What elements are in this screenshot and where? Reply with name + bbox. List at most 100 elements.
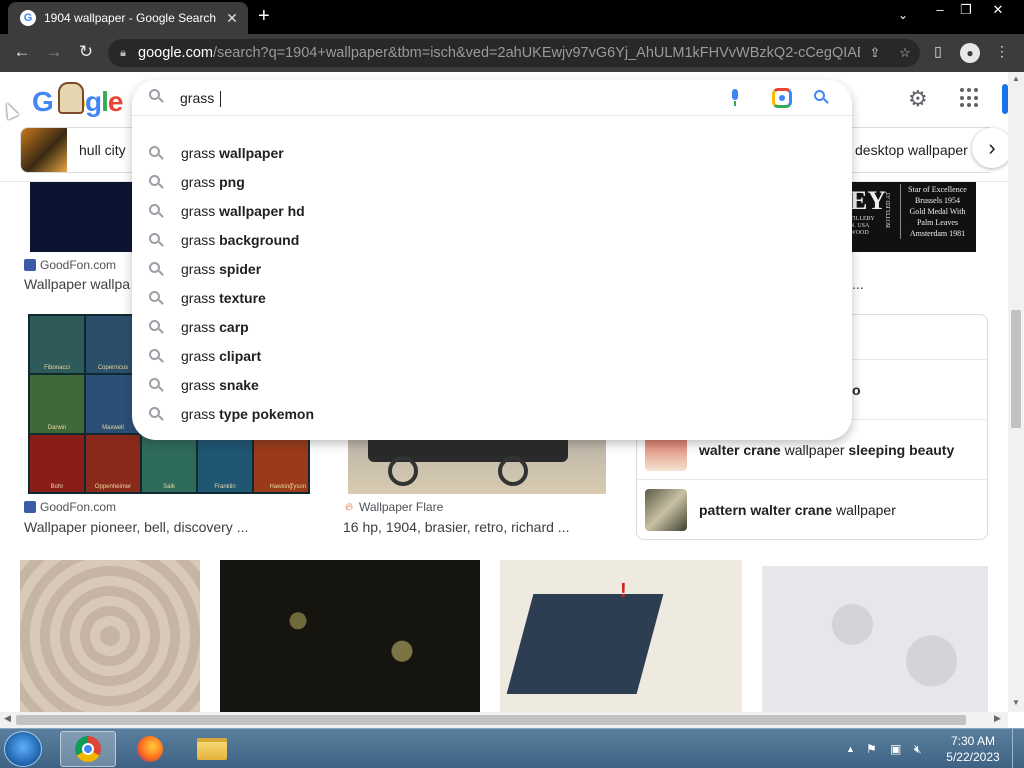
- logo-letter: l: [101, 86, 109, 117]
- vertical-scrollbar[interactable]: ▲ ▼: [1008, 72, 1024, 712]
- logo-letter: g: [85, 86, 102, 117]
- award-line: Palm Leaves: [916, 218, 959, 227]
- chip-desktop-wallpaper[interactable]: desktop wallpaper: [840, 127, 990, 173]
- suggestion-prefix: grass: [181, 145, 216, 161]
- taskbar-chrome[interactable]: [60, 731, 116, 767]
- suggestion-item[interactable]: grass clipart: [132, 342, 852, 371]
- settings-gear-icon[interactable]: ⚙: [908, 86, 928, 112]
- suggestion-completion: spider: [219, 261, 262, 277]
- scroll-up-arrow-icon[interactable]: ▲: [1008, 74, 1024, 83]
- horizontal-scrollbar[interactable]: ◀ ▶: [0, 712, 1008, 728]
- award-line: Gold Medal With: [909, 207, 966, 216]
- result-image-damask-wallpaper[interactable]: [20, 560, 200, 712]
- suggestion-completion: snake: [219, 377, 259, 393]
- tab-search-chevron-icon[interactable]: ⌄: [898, 8, 908, 22]
- search-input[interactable]: grass: [180, 86, 680, 110]
- scroll-down-arrow-icon[interactable]: ▼: [1008, 698, 1024, 707]
- start-button[interactable]: [4, 731, 42, 767]
- tab-strip: G 1904 wallpaper - Google Search ✕ + ⌄ –…: [0, 0, 1024, 34]
- minimize-button[interactable]: –: [926, 2, 954, 17]
- suggestion-prefix: grass: [181, 406, 216, 422]
- suggestion-item[interactable]: grass wallpaper hd: [132, 197, 852, 226]
- forward-button[interactable]: →: [42, 42, 66, 62]
- restore-button[interactable]: ❐: [952, 2, 980, 18]
- lock-icon[interactable]: 🔒︎: [108, 47, 138, 60]
- new-tab-button[interactable]: +: [258, 6, 270, 26]
- award-text: Star of Excellence Brussels 1954 Gold Me…: [900, 184, 974, 239]
- chip-hull-city[interactable]: hull city: [20, 127, 148, 173]
- suggestion-completion: type pokemon: [219, 406, 315, 422]
- suggestion-label: grass wallpaper hd: [181, 203, 305, 219]
- clock-time: 7:30 AM: [950, 734, 996, 748]
- tab-close-icon[interactable]: ✕: [222, 10, 242, 27]
- address-bar[interactable]: 🔒︎ google.com/search?q=1904+wallpaper&tb…: [108, 39, 920, 67]
- result-source[interactable]: GoodFon.com: [24, 258, 116, 272]
- search-submit-icon[interactable]: [814, 90, 830, 106]
- suggestion-item[interactable]: grass background: [132, 226, 852, 255]
- clock-date: 5/22/2023: [946, 750, 1000, 764]
- search-icon: [149, 262, 165, 278]
- horizontal-scroll-thumb[interactable]: [16, 715, 966, 725]
- side-panel-icon[interactable]: ▯: [926, 43, 950, 63]
- suggestion-item[interactable]: grass wallpaper: [132, 139, 852, 168]
- search-icon: [149, 378, 165, 394]
- volume-muted-icon[interactable]: 🔇︎: [914, 729, 922, 768]
- google-favicon-icon: G: [20, 10, 36, 26]
- show-hidden-icons-icon[interactable]: ▲: [846, 729, 855, 768]
- result-image-grey-pattern[interactable]: [762, 566, 988, 712]
- related-search-label: walter crane wallpaper sleeping beauty: [699, 442, 954, 458]
- back-button[interactable]: ←: [10, 42, 34, 62]
- profile-avatar[interactable]: ●: [958, 43, 982, 63]
- logo-letter: G: [32, 86, 54, 117]
- suggestion-label: grass background: [181, 232, 299, 248]
- result-image-mech-robot[interactable]: !: [500, 560, 742, 712]
- tab-google-search[interactable]: G 1904 wallpaper - Google Search ✕: [8, 2, 248, 34]
- scroll-right-arrow-icon[interactable]: ▶: [994, 713, 1001, 724]
- suggestion-item[interactable]: grass snake: [132, 371, 852, 400]
- scroll-left-arrow-icon[interactable]: ◀: [4, 713, 11, 724]
- result-caption[interactable]: Wallpaper pioneer, bell, discovery ...: [24, 519, 248, 535]
- suggestion-item[interactable]: grass type pokemon: [132, 400, 852, 429]
- result-caption[interactable]: 16 hp, 1904, brasier, retro, richard ...: [343, 519, 569, 535]
- system-clock[interactable]: 7:30 AM 5/22/2023: [940, 733, 1006, 765]
- suggestion-item[interactable]: grass texture: [132, 284, 852, 313]
- share-icon[interactable]: ⇪: [860, 45, 890, 61]
- result-source[interactable]: 🔥︎ Wallpaper Flare: [343, 500, 443, 514]
- result-caption[interactable]: Wallpaper wallpa: [24, 276, 130, 292]
- microphone-icon[interactable]: [730, 89, 740, 107]
- suggestion-item[interactable]: grass spider: [132, 255, 852, 284]
- taskbar-firefox[interactable]: [122, 731, 178, 767]
- close-window-button[interactable]: ✕: [984, 2, 1012, 18]
- related-search-item[interactable]: pattern walter crane wallpaper: [637, 479, 987, 539]
- vertical-scroll-thumb[interactable]: [1011, 310, 1021, 428]
- network-icon[interactable]: ▣: [890, 729, 901, 768]
- poster-label: Tyson: [289, 484, 306, 490]
- suggestion-label: grass texture: [181, 290, 266, 306]
- suggestion-label: grass clipart: [181, 348, 261, 364]
- award-line: Brussels 1954: [914, 196, 961, 205]
- taskbar-file-explorer[interactable]: [184, 731, 240, 767]
- related-search-label: o: [852, 381, 861, 398]
- show-desktop-button[interactable]: [1012, 729, 1024, 768]
- result-caption[interactable]: ...: [852, 276, 864, 292]
- result-image-floral-dark[interactable]: [220, 560, 480, 712]
- bookmark-star-icon[interactable]: ☆: [890, 45, 920, 61]
- result-image-antique-car[interactable]: [348, 432, 606, 494]
- result-image-navy-wallpaper[interactable]: [30, 182, 140, 252]
- search-icon: [149, 233, 165, 249]
- chrome-menu-icon[interactable]: ⋮: [990, 43, 1014, 63]
- chips-next-chevron-icon[interactable]: ›: [972, 128, 1008, 168]
- action-center-flag-icon[interactable]: ⚑: [866, 729, 877, 768]
- google-lens-icon[interactable]: [772, 88, 792, 108]
- related-normal: wallpaper: [780, 441, 849, 458]
- related-thumbnail: [645, 488, 687, 531]
- result-source[interactable]: GoodFon.com: [24, 500, 116, 514]
- firefox-icon: [137, 736, 163, 762]
- tab-title: 1904 wallpaper - Google Search: [44, 11, 217, 25]
- suggestion-item[interactable]: grass png: [132, 168, 852, 197]
- google-apps-icon[interactable]: [960, 88, 980, 108]
- poster-label: Darwin: [47, 424, 67, 431]
- suggestion-item[interactable]: grass carp: [132, 313, 852, 342]
- related-bold: walter crane: [699, 441, 781, 458]
- reload-button[interactable]: ↻: [74, 42, 98, 62]
